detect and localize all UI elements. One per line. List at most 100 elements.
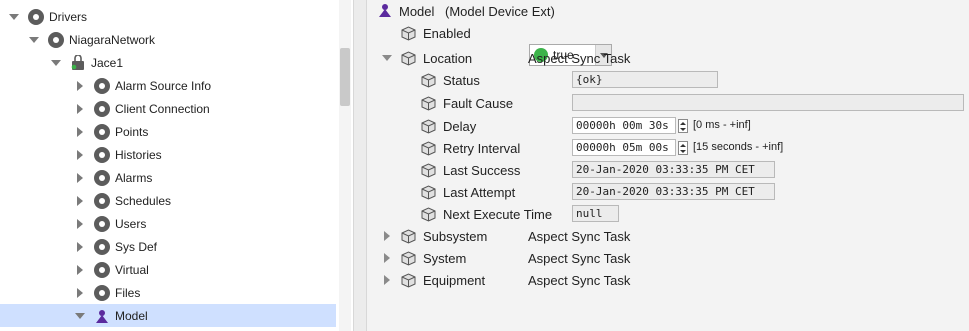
cube-icon <box>421 95 436 111</box>
chevron-down-icon[interactable] <box>74 310 86 322</box>
property-enabled: Enabled true <box>367 22 969 66</box>
jace-station-icon <box>70 53 86 71</box>
sheet-type: (Model Device Ext) <box>445 3 555 19</box>
property-label: Last Success <box>443 162 521 178</box>
status-field: {ok} <box>572 71 718 88</box>
tree-item-alarms[interactable]: Alarms <box>0 166 336 189</box>
tree-item-label: Files <box>115 285 141 300</box>
spinner-down-icon[interactable] <box>680 149 686 153</box>
retry-interval-spinner[interactable] <box>678 141 688 155</box>
next-execute-time-field: null <box>572 205 619 222</box>
cube-icon <box>401 50 416 66</box>
chevron-right-icon[interactable] <box>74 103 86 115</box>
property-last-attempt: Last Attempt 20-Jan-2020 03:33:35 PM CET <box>367 181 969 203</box>
delay-range: [0 ms - +inf] <box>693 119 751 131</box>
property-label: Next Execute Time <box>443 206 553 222</box>
cube-icon <box>401 272 416 288</box>
alarms-icon <box>94 169 110 186</box>
virtual-icon <box>94 261 110 278</box>
property-label: Last Attempt <box>443 184 516 200</box>
tree-item-virtual[interactable]: Virtual <box>0 258 336 281</box>
tree-item-users[interactable]: Users <box>0 212 336 235</box>
tree-scrollbar-thumb[interactable] <box>340 48 350 106</box>
tree-item-label: Points <box>115 124 149 139</box>
property-location[interactable]: Location Aspect Sync Task <box>367 47 969 69</box>
tree-item-schedules[interactable]: Schedules <box>0 189 336 212</box>
cube-icon <box>421 72 436 88</box>
tree-item-histories[interactable]: Histories <box>0 143 336 166</box>
chevron-right-icon[interactable] <box>74 241 86 253</box>
chevron-right-icon[interactable] <box>381 230 393 242</box>
spinner-down-icon[interactable] <box>680 127 686 131</box>
tree-item-label: Alarms <box>115 170 153 185</box>
chevron-down-icon[interactable] <box>28 34 40 46</box>
chevron-right-icon[interactable] <box>74 126 86 138</box>
points-icon <box>94 123 110 140</box>
property-label: Delay <box>443 118 477 134</box>
property-label: Enabled <box>423 25 471 41</box>
cube-icon <box>401 228 416 244</box>
property-system[interactable]: System Aspect Sync Task <box>367 247 969 269</box>
spinner-up-icon[interactable] <box>680 121 686 125</box>
fault-cause-field <box>572 94 964 111</box>
chevron-right-icon[interactable] <box>74 149 86 161</box>
tree-item-files[interactable]: Files <box>0 281 336 304</box>
alarm-source-icon <box>94 77 110 94</box>
cube-icon <box>421 162 436 178</box>
chevron-down-icon[interactable] <box>50 57 62 69</box>
tree-item-label: Virtual <box>115 262 149 277</box>
property-delay: Delay 00000h 00m 30s [0 ms - +inf] <box>367 115 969 137</box>
chevron-right-icon[interactable] <box>381 252 393 264</box>
cube-icon <box>421 184 436 200</box>
delay-spinner[interactable] <box>678 119 688 133</box>
tree-item-label: Alarm Source Info <box>115 78 212 93</box>
cube-icon <box>401 25 416 41</box>
users-icon <box>94 215 110 232</box>
chevron-right-icon[interactable] <box>74 172 86 184</box>
last-success-field: 20-Jan-2020 03:33:35 PM CET <box>572 161 775 178</box>
property-next-execute-time: Next Execute Time null <box>367 203 969 225</box>
property-label: Equipment <box>423 272 486 288</box>
tree-item-label: NiagaraNetwork <box>69 32 156 47</box>
property-retry-interval: Retry Interval 00000h 05m 00s [15 second… <box>367 137 969 159</box>
tree-item-client-connection[interactable]: Client Connection <box>0 97 336 120</box>
chevron-right-icon[interactable] <box>74 80 86 92</box>
property-type: Aspect Sync Task <box>528 250 631 266</box>
chevron-right-icon[interactable] <box>74 195 86 207</box>
cube-icon <box>421 140 436 156</box>
property-type: Aspect Sync Task <box>528 50 631 66</box>
tree-item-jace1[interactable]: Jace1 <box>0 51 336 74</box>
last-attempt-field: 20-Jan-2020 03:33:35 PM CET <box>572 183 775 200</box>
property-status: Status {ok} <box>367 69 969 91</box>
cube-icon <box>401 250 416 266</box>
tree-item-points[interactable]: Points <box>0 120 336 143</box>
tree-item-sys-def[interactable]: Sys Def <box>0 235 336 258</box>
chevron-right-icon[interactable] <box>74 264 86 276</box>
tree-item-alarm-source-info[interactable]: Alarm Source Info <box>0 74 336 97</box>
chevron-down-icon[interactable] <box>8 11 20 23</box>
histories-icon <box>94 146 110 163</box>
tree-item-niagaranetwork[interactable]: NiagaraNetwork <box>0 28 336 51</box>
sheet-header: Model (Model Device Ext) <box>367 0 969 22</box>
tree-item-label: Model <box>115 308 148 323</box>
property-label: Subsystem <box>423 228 488 244</box>
delay-input[interactable]: 00000h 00m 30s <box>572 117 676 134</box>
spinner-up-icon[interactable] <box>680 143 686 147</box>
tree-item-drivers[interactable]: Drivers <box>0 5 336 28</box>
tree-item-model[interactable]: Model <box>0 304 336 327</box>
retry-interval-input[interactable]: 00000h 05m 00s <box>572 139 676 156</box>
nav-tree: Drivers NiagaraNetwork Jace1 Alarm Sourc… <box>0 0 353 331</box>
chevron-right-icon[interactable] <box>74 218 86 230</box>
property-subsystem[interactable]: Subsystem Aspect Sync Task <box>367 225 969 247</box>
pane-splitter[interactable] <box>353 0 367 331</box>
tree-item-label: Schedules <box>115 193 172 208</box>
chevron-right-icon[interactable] <box>381 274 393 286</box>
tree-item-label: Jace1 <box>91 55 124 70</box>
files-icon <box>94 284 110 301</box>
chevron-down-icon[interactable] <box>381 52 393 64</box>
chevron-right-icon[interactable] <box>74 287 86 299</box>
property-label: Retry Interval <box>443 140 521 156</box>
property-last-success: Last Success 20-Jan-2020 03:33:35 PM CET <box>367 159 969 181</box>
property-equipment[interactable]: Equipment Aspect Sync Task <box>367 269 969 291</box>
property-sheet: Model (Model Device Ext) Enabled true Lo… <box>367 0 969 331</box>
